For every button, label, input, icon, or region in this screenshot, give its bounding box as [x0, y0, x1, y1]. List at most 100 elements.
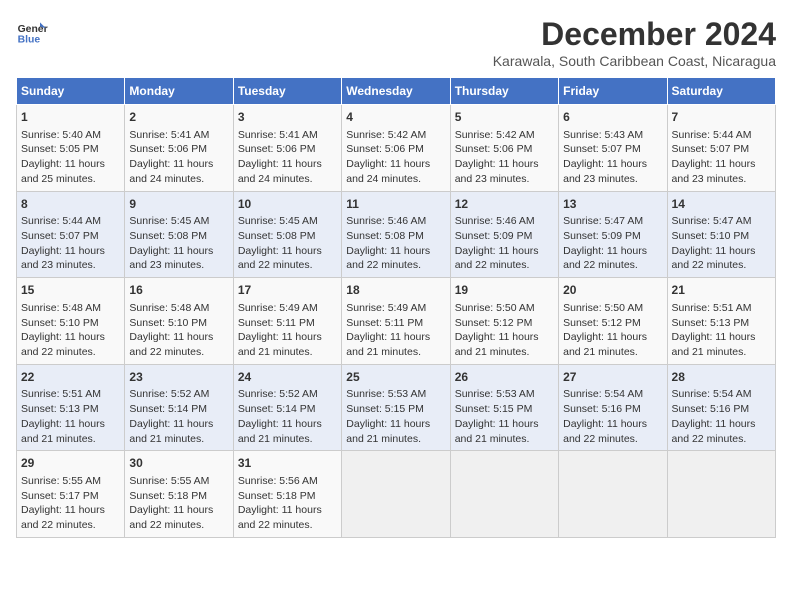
day-number: 17	[238, 282, 337, 299]
day-header-monday: Monday	[125, 78, 233, 105]
day-number: 3	[238, 109, 337, 126]
day-number: 30	[129, 455, 228, 472]
day-number: 25	[346, 369, 445, 386]
day-info: Sunrise: 5:53 AM Sunset: 5:15 PM Dayligh…	[346, 387, 445, 446]
day-number: 1	[21, 109, 120, 126]
calendar-cell: 31 Sunrise: 5:56 AM Sunset: 5:18 PM Dayli…	[233, 451, 341, 538]
day-info: Sunrise: 5:44 AM Sunset: 5:07 PM Dayligh…	[21, 214, 120, 273]
calendar-cell: 18 Sunrise: 5:49 AM Sunset: 5:11 PM Dayli…	[342, 278, 450, 365]
day-info: Sunrise: 5:50 AM Sunset: 5:12 PM Dayligh…	[563, 301, 662, 360]
day-info: Sunrise: 5:54 AM Sunset: 5:16 PM Dayligh…	[563, 387, 662, 446]
day-number: 31	[238, 455, 337, 472]
calendar-cell: 2 Sunrise: 5:41 AM Sunset: 5:06 PM Daylig…	[125, 105, 233, 192]
day-number: 6	[563, 109, 662, 126]
calendar-cell: 23Sunrise: 5:52 AM Sunset: 5:14 PM Dayli…	[125, 364, 233, 451]
calendar-cell: 30Sunrise: 5:55 AM Sunset: 5:18 PM Dayli…	[125, 451, 233, 538]
calendar-cell	[450, 451, 558, 538]
day-info: Sunrise: 5:43 AM Sunset: 5:07 PM Dayligh…	[563, 128, 662, 187]
day-info: Sunrise: 5:51 AM Sunset: 5:13 PM Dayligh…	[21, 387, 120, 446]
calendar-cell: 14Sunrise: 5:47 AM Sunset: 5:10 PM Dayli…	[667, 191, 775, 278]
day-info: Sunrise: 5:52 AM Sunset: 5:14 PM Dayligh…	[129, 387, 228, 446]
day-number: 16	[129, 282, 228, 299]
day-number: 2	[129, 109, 228, 126]
day-number: 20	[563, 282, 662, 299]
day-info: Sunrise: 5:40 AM Sunset: 5:05 PM Dayligh…	[21, 128, 120, 187]
day-header-saturday: Saturday	[667, 78, 775, 105]
day-info: Sunrise: 5:48 AM Sunset: 5:10 PM Dayligh…	[21, 301, 120, 360]
day-info: Sunrise: 5:56 AM Sunset: 5:18 PM Dayligh…	[238, 474, 337, 533]
day-number: 22	[21, 369, 120, 386]
logo: General Blue	[16, 16, 48, 48]
subtitle: Karawala, South Caribbean Coast, Nicarag…	[493, 53, 776, 69]
calendar-cell: 12Sunrise: 5:46 AM Sunset: 5:09 PM Dayli…	[450, 191, 558, 278]
calendar-cell	[667, 451, 775, 538]
calendar-cell: 25Sunrise: 5:53 AM Sunset: 5:15 PM Dayli…	[342, 364, 450, 451]
svg-text:Blue: Blue	[18, 34, 41, 45]
day-number: 10	[238, 196, 337, 213]
day-info: Sunrise: 5:42 AM Sunset: 5:06 PM Dayligh…	[346, 128, 445, 187]
calendar-cell: 24Sunrise: 5:52 AM Sunset: 5:14 PM Dayli…	[233, 364, 341, 451]
day-info: Sunrise: 5:41 AM Sunset: 5:06 PM Dayligh…	[129, 128, 228, 187]
calendar-week-2: 8Sunrise: 5:44 AM Sunset: 5:07 PM Daylig…	[17, 191, 776, 278]
calendar-cell	[342, 451, 450, 538]
page-header: General Blue December 2024 Karawala, Sou…	[16, 16, 776, 69]
day-number: 21	[672, 282, 771, 299]
day-info: Sunrise: 5:55 AM Sunset: 5:17 PM Dayligh…	[21, 474, 120, 533]
logo-icon: General Blue	[16, 16, 48, 48]
calendar-cell: 21 Sunrise: 5:51 AM Sunset: 5:13 PM Dayli…	[667, 278, 775, 365]
day-number: 4	[346, 109, 445, 126]
calendar-table: SundayMondayTuesdayWednesdayThursdayFrid…	[16, 77, 776, 538]
day-number: 13	[563, 196, 662, 213]
day-info: Sunrise: 5:45 AM Sunset: 5:08 PM Dayligh…	[238, 214, 337, 273]
day-number: 14	[672, 196, 771, 213]
calendar-cell: 28Sunrise: 5:54 AM Sunset: 5:16 PM Dayli…	[667, 364, 775, 451]
day-info: Sunrise: 5:49 AM Sunset: 5:11 PM Dayligh…	[346, 301, 445, 360]
day-number: 27	[563, 369, 662, 386]
calendar-cell: 22Sunrise: 5:51 AM Sunset: 5:13 PM Dayli…	[17, 364, 125, 451]
calendar-cell: 1 Sunrise: 5:40 AM Sunset: 5:05 PM Daylig…	[17, 105, 125, 192]
day-header-sunday: Sunday	[17, 78, 125, 105]
day-info: Sunrise: 5:44 AM Sunset: 5:07 PM Dayligh…	[672, 128, 771, 187]
day-header-tuesday: Tuesday	[233, 78, 341, 105]
calendar-cell: 6 Sunrise: 5:43 AM Sunset: 5:07 PM Daylig…	[559, 105, 667, 192]
day-number: 11	[346, 196, 445, 213]
calendar-cell: 20 Sunrise: 5:50 AM Sunset: 5:12 PM Dayli…	[559, 278, 667, 365]
calendar-header: SundayMondayTuesdayWednesdayThursdayFrid…	[17, 78, 776, 105]
day-header-wednesday: Wednesday	[342, 78, 450, 105]
day-info: Sunrise: 5:51 AM Sunset: 5:13 PM Dayligh…	[672, 301, 771, 360]
day-number: 18	[346, 282, 445, 299]
calendar-cell: 13Sunrise: 5:47 AM Sunset: 5:09 PM Dayli…	[559, 191, 667, 278]
day-info: Sunrise: 5:49 AM Sunset: 5:11 PM Dayligh…	[238, 301, 337, 360]
calendar-cell: 7 Sunrise: 5:44 AM Sunset: 5:07 PM Daylig…	[667, 105, 775, 192]
day-header-thursday: Thursday	[450, 78, 558, 105]
day-number: 8	[21, 196, 120, 213]
day-info: Sunrise: 5:46 AM Sunset: 5:08 PM Dayligh…	[346, 214, 445, 273]
day-number: 15	[21, 282, 120, 299]
day-info: Sunrise: 5:53 AM Sunset: 5:15 PM Dayligh…	[455, 387, 554, 446]
day-info: Sunrise: 5:47 AM Sunset: 5:09 PM Dayligh…	[563, 214, 662, 273]
day-info: Sunrise: 5:45 AM Sunset: 5:08 PM Dayligh…	[129, 214, 228, 273]
calendar-cell: 27Sunrise: 5:54 AM Sunset: 5:16 PM Dayli…	[559, 364, 667, 451]
calendar-cell: 19Sunrise: 5:50 AM Sunset: 5:12 PM Dayli…	[450, 278, 558, 365]
day-info: Sunrise: 5:52 AM Sunset: 5:14 PM Dayligh…	[238, 387, 337, 446]
calendar-cell: 8Sunrise: 5:44 AM Sunset: 5:07 PM Daylig…	[17, 191, 125, 278]
day-number: 12	[455, 196, 554, 213]
day-number: 23	[129, 369, 228, 386]
day-number: 5	[455, 109, 554, 126]
calendar-cell: 4 Sunrise: 5:42 AM Sunset: 5:06 PM Daylig…	[342, 105, 450, 192]
calendar-week-5: 29 Sunrise: 5:55 AM Sunset: 5:17 PM Dayli…	[17, 451, 776, 538]
day-number: 9	[129, 196, 228, 213]
day-info: Sunrise: 5:54 AM Sunset: 5:16 PM Dayligh…	[672, 387, 771, 446]
day-info: Sunrise: 5:50 AM Sunset: 5:12 PM Dayligh…	[455, 301, 554, 360]
calendar-cell: 17 Sunrise: 5:49 AM Sunset: 5:11 PM Dayli…	[233, 278, 341, 365]
day-info: Sunrise: 5:47 AM Sunset: 5:10 PM Dayligh…	[672, 214, 771, 273]
day-header-friday: Friday	[559, 78, 667, 105]
calendar-cell: 3Sunrise: 5:41 AM Sunset: 5:06 PM Daylig…	[233, 105, 341, 192]
day-info: Sunrise: 5:48 AM Sunset: 5:10 PM Dayligh…	[129, 301, 228, 360]
day-number: 24	[238, 369, 337, 386]
title-block: December 2024 Karawala, South Caribbean …	[493, 16, 776, 69]
calendar-week-4: 22Sunrise: 5:51 AM Sunset: 5:13 PM Dayli…	[17, 364, 776, 451]
day-number: 29	[21, 455, 120, 472]
day-number: 7	[672, 109, 771, 126]
calendar-cell	[559, 451, 667, 538]
